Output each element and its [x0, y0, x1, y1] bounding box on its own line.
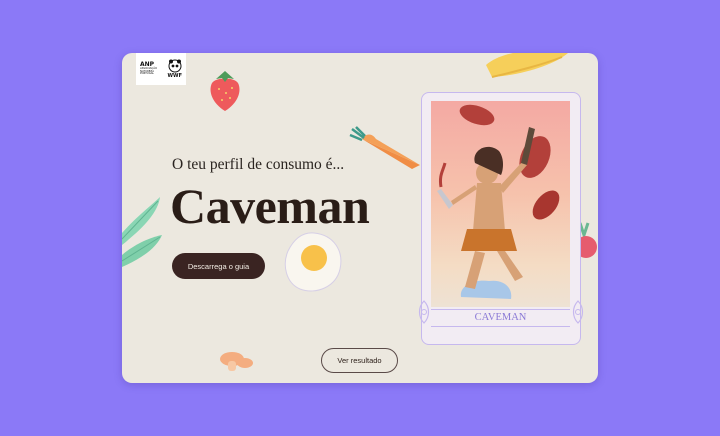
leaf-icon — [122, 197, 162, 267]
wwf-logo: WWF — [168, 59, 182, 79]
hero-panel: ANP ASSOCIAÇÃO NATUREZA PORTUGAL WWF O t… — [122, 53, 598, 383]
see-result-button[interactable]: Ver resultado — [321, 348, 398, 373]
download-guide-button[interactable]: Descarrega o guia — [172, 253, 265, 279]
mushroom-icon — [220, 352, 253, 371]
panda-icon — [168, 59, 182, 73]
caveman-illustration — [431, 101, 570, 307]
strawberry-icon — [210, 71, 240, 111]
profile-subtitle: O teu perfil de consumo é... — [172, 156, 345, 173]
anp-logo: ANP ASSOCIAÇÃO NATUREZA PORTUGAL — [140, 60, 157, 76]
caveman-figure — [437, 104, 560, 299]
card-title: CAVEMAN — [431, 309, 570, 327]
card-corner-ornament-right — [572, 300, 584, 324]
carrot-icon — [349, 126, 420, 169]
fried-egg-icon — [284, 232, 342, 292]
profile-title: Caveman — [170, 178, 370, 234]
partner-logos[interactable]: ANP ASSOCIAÇÃO NATUREZA PORTUGAL WWF — [136, 53, 186, 85]
banana-icon — [486, 53, 568, 78]
profile-card: CAVEMAN — [418, 92, 584, 345]
